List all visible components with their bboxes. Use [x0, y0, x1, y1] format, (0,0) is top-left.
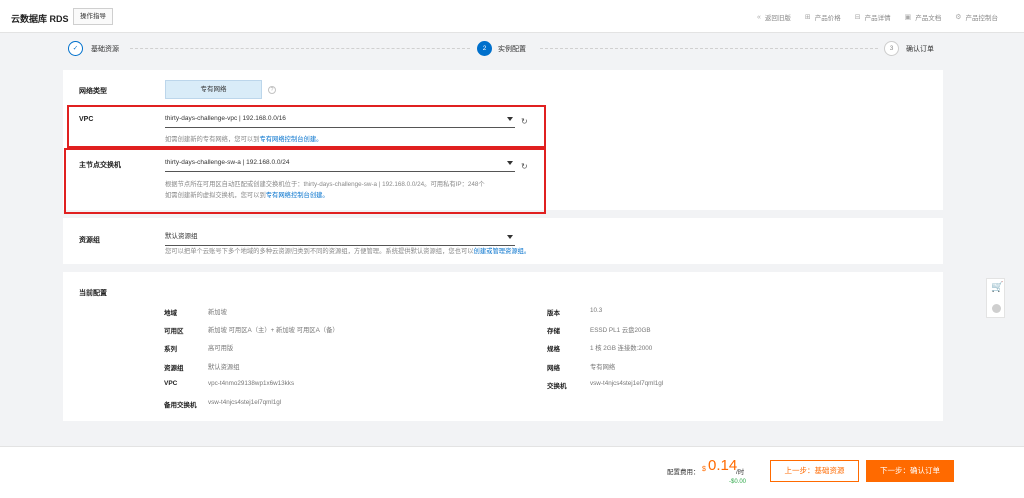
prev-step-button[interactable]: 上一步：基础资源 [770, 460, 859, 482]
document-icon: ▣ [904, 14, 912, 21]
back-to-top-icon[interactable] [992, 304, 1001, 313]
fee-currency: $ [702, 466, 706, 473]
step-indicator: ✓ 基础资源 2 实例配置 3 确认订单 [0, 33, 1024, 63]
gear-icon: ⚙ [955, 14, 962, 21]
config-key: 交换机 [547, 383, 567, 390]
next-step-button[interactable]: 下一步：确认订单 [866, 460, 954, 482]
cart-icon[interactable]: 🛒 [991, 283, 1003, 293]
config-value: 专有网络 [590, 364, 616, 371]
resource-group-label: 资源组 [79, 237, 100, 244]
config-value: 新加坡 [208, 309, 227, 316]
detail-icon: ⊟ [854, 14, 861, 21]
config-value: 1 核 2GB 连接数:2000 [590, 345, 653, 352]
double-chevron-left-icon: « [756, 13, 761, 21]
fee-discount: -$0.00 [729, 479, 747, 485]
config-key: 系列 [164, 346, 177, 353]
vpc-select[interactable]: thirty-days-challenge-vpc | 192.168.0.0/… [165, 112, 515, 128]
vswitch-label: 主节点交换机 [79, 162, 121, 169]
brand-title: 云数据库 RDS [11, 14, 69, 24]
chevron-down-icon [507, 235, 513, 239]
price-icon: ⊞ [804, 14, 811, 21]
step-2-label: 实例配置 [498, 46, 526, 53]
vpc-label: VPC [79, 116, 94, 123]
top-links: «返回旧版 ⊞ 产品价格 ⊟ 产品详情 ▣ 产品文档 ⚙ 产品控制台 [756, 12, 998, 23]
config-value: 高可用版 [208, 345, 234, 352]
resource-group-manage-link[interactable]: 创建或管理资源组。 [474, 248, 531, 255]
step-2-number: 2 [477, 41, 492, 56]
fee-unit: /时 [736, 469, 745, 476]
config-value: 新加坡 可用区A（主）+ 新加坡 可用区A（备） [208, 327, 339, 334]
vswitch-select[interactable]: thirty-days-challenge-sw-a | 192.168.0.0… [165, 156, 515, 172]
vpc-hint: 如需创建新的专有网络，您可以到专有网络控制台创建。 [165, 136, 323, 143]
network-type-vpc-button[interactable]: 专有网络 [165, 80, 262, 99]
network-type-label: 网络类型 [79, 88, 107, 95]
resource-group-select[interactable]: 默认资源组 [165, 230, 515, 246]
config-key: 存储 [547, 328, 560, 335]
product-docs-link[interactable]: ▣ 产品文档 [905, 12, 942, 22]
product-price-link[interactable]: ⊞ 产品价格 [805, 12, 841, 22]
step-divider [130, 48, 470, 49]
fee-label: 配置费用： [667, 469, 700, 476]
vswitch-select-value: thirty-days-challenge-sw-a | 192.168.0.0… [165, 159, 290, 166]
config-value: vsw-t4njcs4stej1el7qml1gl [208, 399, 282, 406]
config-value: 默认资源组 [208, 364, 240, 371]
config-key: VPC [164, 380, 178, 387]
chevron-down-icon [507, 161, 513, 165]
top-bar: 云数据库 RDS 操作指导 «返回旧版 ⊞ 产品价格 ⊟ 产品详情 ▣ 产品文档 ⚙ 产… [0, 0, 1024, 33]
step-1-check-icon: ✓ [68, 41, 83, 56]
vpc-console-link[interactable]: 专有网络控制台创建。 [259, 136, 322, 143]
config-key: 网络 [547, 365, 560, 372]
chevron-down-icon [507, 117, 513, 121]
config-value: 10.3 [590, 307, 603, 314]
product-detail-link[interactable]: ⊟ 产品详情 [855, 12, 891, 22]
config-key: 地域 [164, 310, 177, 317]
back-old-version-link[interactable]: «返回旧版 [756, 12, 791, 23]
config-key: 规格 [547, 346, 560, 353]
resource-group-hint: 您可以把单个云账号下多个地域的多种云资源归类到不同的资源组，方便管理。系统提供默… [165, 248, 531, 255]
config-value: vsw-t4njcs4stej1el7qml1gl [590, 380, 664, 387]
step-3-label: 确认订单 [906, 46, 934, 53]
floating-toolbar: 🛒 [986, 278, 1005, 318]
step-3-number: 3 [884, 41, 899, 56]
resource-group-value: 默认资源组 [165, 233, 198, 240]
config-value: vpc-t4nmo29138wp1x6w13kks [208, 380, 295, 387]
help-icon[interactable]: ? [268, 86, 276, 94]
config-key: 版本 [547, 310, 560, 317]
step-1-label: 基础资源 [91, 46, 119, 53]
config-key: 可用区 [164, 328, 184, 335]
guide-button[interactable]: 操作指导 [73, 8, 113, 25]
vswitch-hint: 根据节点所在可用区自动匹配或创建交换机位于：thirty-days-challe… [165, 181, 485, 199]
current-config-title: 当前配置 [79, 290, 107, 297]
config-key: 资源组 [164, 365, 184, 372]
product-console-link[interactable]: ⚙ 产品控制台 [955, 12, 998, 22]
config-value: ESSD PL1 云盘20GB [590, 327, 651, 334]
fee-price: 0.14 [708, 457, 738, 474]
vswitch-console-link[interactable]: 专有网络控制台创建。 [266, 192, 329, 199]
config-key: 备用交换机 [164, 402, 197, 409]
vpc-select-value: thirty-days-challenge-vpc | 192.168.0.0/… [165, 115, 286, 122]
vswitch-refresh-icon[interactable]: ↻ [521, 162, 528, 171]
vpc-refresh-icon[interactable]: ↻ [521, 117, 528, 126]
step-divider [540, 48, 878, 49]
